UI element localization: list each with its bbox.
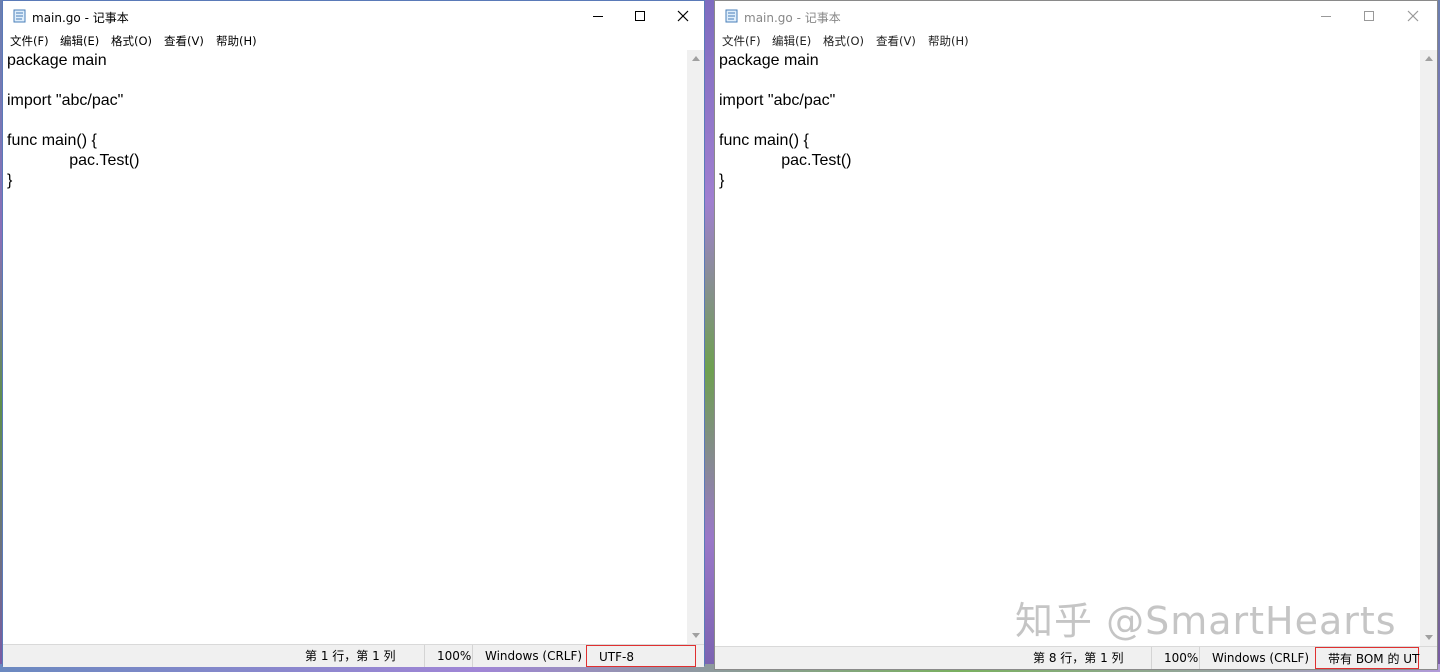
scroll-up-arrow-icon xyxy=(1424,56,1433,61)
code-line: import "abc/pac" xyxy=(7,92,124,109)
menu-help[interactable]: 帮助(H) xyxy=(928,33,969,49)
code-line: pac.Test() xyxy=(7,152,140,169)
status-bar: 第 1 行，第 1 列 100% Windows (CRLF) UTF-8 xyxy=(3,644,704,667)
menu-help[interactable]: 帮助(H) xyxy=(216,33,257,49)
status-cursor-position: 第 8 行，第 1 列 xyxy=(1033,651,1124,665)
code-line: package main xyxy=(719,52,819,69)
status-zoom: 100% xyxy=(424,645,472,667)
text-editor-area[interactable]: package main import "abc/pac" func main(… xyxy=(3,50,687,644)
status-encoding: 带有 BOM 的 UT xyxy=(1315,647,1419,669)
notepad-icon xyxy=(13,9,26,23)
menu-file[interactable]: 文件(F) xyxy=(722,33,761,49)
scroll-down-arrow-icon xyxy=(691,633,700,638)
code-line: } xyxy=(719,172,725,189)
title-bar[interactable]: main.go - 记事本 xyxy=(715,1,1437,31)
menu-view[interactable]: 查看(V) xyxy=(876,33,916,49)
text-editor-area[interactable]: package main import "abc/pac" func main(… xyxy=(715,50,1420,646)
scroll-down-button[interactable] xyxy=(687,627,704,644)
maximize-button[interactable] xyxy=(618,1,662,31)
maximize-icon xyxy=(1364,11,1374,21)
watermark: 知乎 @SmartHearts xyxy=(1015,599,1397,643)
close-button[interactable] xyxy=(1391,1,1435,31)
code-line: pac.Test() xyxy=(719,152,852,169)
minimize-button[interactable] xyxy=(576,1,620,31)
window-title: main.go - 记事本 xyxy=(744,11,841,25)
status-line-ending: Windows (CRLF) xyxy=(472,645,586,667)
menu-bar: 文件(F) 编辑(E) 格式(O) 查看(V) 帮助(H) xyxy=(715,31,1437,50)
menu-format[interactable]: 格式(O) xyxy=(823,33,864,49)
close-icon xyxy=(677,10,689,22)
window-title: main.go - 记事本 xyxy=(32,11,129,25)
minimize-icon xyxy=(593,16,603,17)
menu-edit[interactable]: 编辑(E) xyxy=(60,33,99,49)
menu-file[interactable]: 文件(F) xyxy=(10,33,49,49)
notepad-window-right: main.go - 记事本 文件(F) 编辑(E) 格式(O) 查看(V) 帮助… xyxy=(714,0,1438,670)
scroll-down-arrow-icon xyxy=(1424,635,1433,640)
menu-view[interactable]: 查看(V) xyxy=(164,33,204,49)
status-encoding: UTF-8 xyxy=(586,645,696,667)
code-line: } xyxy=(7,172,13,189)
scroll-up-button[interactable] xyxy=(1420,50,1437,67)
code-line: func main() { xyxy=(719,132,809,149)
code-line: import "abc/pac" xyxy=(719,92,836,109)
minimize-icon xyxy=(1321,16,1331,17)
menu-bar: 文件(F) 编辑(E) 格式(O) 查看(V) 帮助(H) xyxy=(3,31,704,50)
minimize-button[interactable] xyxy=(1304,1,1348,31)
title-bar[interactable]: main.go - 记事本 xyxy=(3,1,704,31)
menu-edit[interactable]: 编辑(E) xyxy=(772,33,811,49)
close-button[interactable] xyxy=(661,1,705,31)
code-line: func main() { xyxy=(7,132,97,149)
maximize-icon xyxy=(635,11,645,21)
notepad-window-left: main.go - 记事本 文件(F) 编辑(E) 格式(O) 查看(V) 帮助… xyxy=(2,0,705,667)
menu-format[interactable]: 格式(O) xyxy=(111,33,152,49)
status-line-ending: Windows (CRLF) xyxy=(1199,647,1315,669)
close-icon xyxy=(1407,10,1419,22)
scroll-up-button[interactable] xyxy=(687,50,704,67)
vertical-scrollbar[interactable] xyxy=(687,50,704,644)
status-bar: 第 8 行，第 1 列 100% Windows (CRLF) 带有 BOM 的… xyxy=(715,646,1437,669)
status-cursor-position: 第 1 行，第 1 列 xyxy=(305,649,396,663)
notepad-icon xyxy=(725,9,738,23)
scroll-up-arrow-icon xyxy=(691,56,700,61)
scroll-down-button[interactable] xyxy=(1420,629,1437,646)
status-zoom: 100% xyxy=(1151,647,1199,669)
code-line: package main xyxy=(7,52,107,69)
vertical-scrollbar[interactable] xyxy=(1420,50,1437,646)
maximize-button[interactable] xyxy=(1347,1,1391,31)
